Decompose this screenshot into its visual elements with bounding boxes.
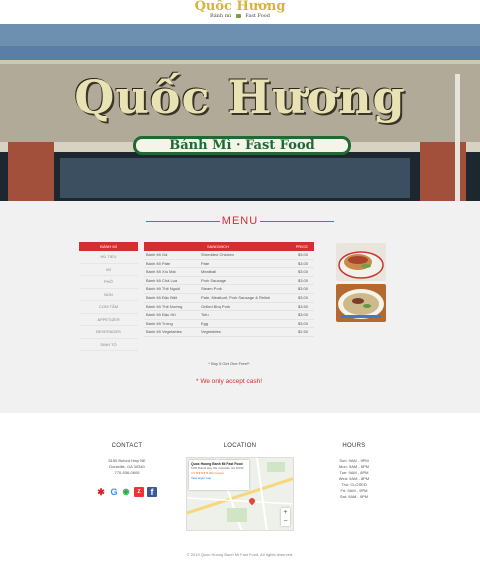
menu-table: SANDWICH PRICE Bánh Mì Gà Shredded Chicke… bbox=[144, 242, 314, 337]
item-price: $2.50 bbox=[297, 329, 308, 335]
menu-table-header: SANDWICH PRICE bbox=[144, 242, 314, 251]
item-name: Bánh Mì Đậu Hũ bbox=[146, 312, 176, 318]
cash-only-note: * We only accept cash! bbox=[196, 378, 262, 385]
copyright-text: © 2019 Quoc Huong Banh Mi Fast Food. All… bbox=[186, 552, 294, 557]
item-price: $3.00 bbox=[297, 260, 308, 266]
contact-heading: CONTACT bbox=[111, 443, 143, 449]
category-tab[interactable]: BEVERAGES bbox=[79, 326, 138, 339]
item-name: Bánh Mì Thịt Nguội bbox=[146, 286, 181, 292]
item-desc: Tofu bbox=[201, 312, 209, 318]
menu-title: MENU bbox=[221, 215, 259, 227]
header-sandwich: SANDWICH bbox=[207, 244, 229, 249]
tripadvisor-icon[interactable]: ◉ bbox=[121, 487, 131, 497]
google-map-embed[interactable]: Quoc Huong Banh Mi Fast Food 5150 Buford… bbox=[186, 457, 294, 531]
hours-heading: HOURS bbox=[342, 443, 366, 449]
menu-section: MENU BÁNH MÌ HỦ TIẾU MÌ PHỞ BÚN CƠM TẤM … bbox=[0, 201, 480, 413]
item-desc: Vegetables bbox=[201, 329, 221, 335]
item-desc: Shredded Chicken bbox=[201, 252, 234, 257]
map-reviews-link[interactable]: 400 reviews bbox=[209, 471, 224, 475]
location-heading: LOCATION bbox=[223, 443, 257, 449]
category-tab[interactable]: MÌ bbox=[79, 264, 138, 276]
item-desc: Steam Pork bbox=[201, 286, 222, 292]
category-tab[interactable]: APPETIZER bbox=[79, 314, 138, 326]
item-price: $3.00 bbox=[297, 269, 308, 275]
menu-row: Bánh Mì Đặc Biệt Pate, Meatloaf, Pork Sau… bbox=[144, 294, 314, 303]
category-tab[interactable]: SINH TỐ bbox=[79, 339, 138, 351]
heading-divider-left bbox=[146, 221, 220, 222]
item-name: Bánh Mì Đặc Biệt bbox=[146, 294, 178, 300]
logo-sub-left: Bánh mì bbox=[210, 13, 232, 19]
menu-row: Bánh Mì Gà Shredded Chicken $3.00 bbox=[144, 251, 314, 260]
facebook-icon[interactable]: f bbox=[147, 487, 157, 497]
contact-block: CONTACT 5150 Buford Hwy NE Doraville, GA… bbox=[99, 413, 155, 476]
menu-heading: MENU bbox=[0, 215, 480, 229]
map-place-address: 5150 Buford Hwy NE, Doraville, GA 30340 bbox=[191, 466, 244, 470]
item-desc: Pate, Meatloaf, Pork Sausage & Relish bbox=[201, 294, 271, 300]
site-logo[interactable]: Quốc Hương Bánh mì Fast Food bbox=[0, 0, 480, 24]
phone-number[interactable]: 770-936-0605 bbox=[99, 470, 155, 476]
item-price: $3.00 bbox=[297, 294, 308, 300]
logo-sub-right: Fast Food bbox=[245, 13, 270, 19]
item-price: $3.50 bbox=[297, 303, 308, 309]
menu-row: Bánh Mì Thịt Nướng Grilled Bbq Pork $3.50 bbox=[144, 303, 314, 312]
item-price: $3.00 bbox=[297, 312, 308, 318]
menu-category-list: BÁNH MÌ HỦ TIẾU MÌ PHỞ BÚN CƠM TẤM APPET… bbox=[79, 242, 138, 351]
menu-row: Bánh Mì Vegetables Vegetables $2.50 bbox=[144, 328, 314, 337]
item-price: $3.00 bbox=[297, 286, 308, 292]
item-name: Bánh Mì Chả Lụa bbox=[146, 277, 178, 283]
social-links: ✱ G ◉ Z f bbox=[96, 487, 160, 497]
header-price: PRICE bbox=[295, 244, 308, 249]
item-desc: Egg bbox=[201, 320, 209, 326]
menu-row: Bánh Mì Xíu Mại Meatball $3.00 bbox=[144, 268, 314, 277]
logo-title: Quốc Hương bbox=[194, 0, 286, 14]
map-rating: 4.5 ★★★★★ 400 reviews bbox=[191, 471, 247, 475]
hours-list: Sun: 9AM - 9PM Mon: 9AM - 8PM Tue: 9AM -… bbox=[320, 458, 388, 500]
item-price: $3.00 bbox=[297, 320, 308, 326]
zoom-out-button[interactable]: − bbox=[281, 517, 290, 526]
menu-row: Bánh Mì Chả Lụa Pork Sausage $3.00 bbox=[144, 277, 314, 286]
category-tab-banh-mi[interactable]: BÁNH MÌ bbox=[79, 242, 138, 251]
contact-address: 5150 Buford Hwy NE Doraville, GA 30340 7… bbox=[99, 458, 155, 476]
zoom-in-button[interactable]: + bbox=[281, 508, 290, 517]
zagat-icon[interactable]: Z bbox=[134, 487, 144, 497]
bowl-icon bbox=[235, 13, 241, 18]
storefront-sign-subtitle: Bánh Mì · Fast Food bbox=[133, 136, 351, 155]
hours-block: HOURS Sun: 9AM - 9PM Mon: 9AM - 8PM Tue:… bbox=[320, 413, 388, 500]
item-name: Bánh Mì Pate bbox=[146, 260, 171, 266]
menu-row: Bánh Mì Thịt Nguội Steam Pork $3.00 bbox=[144, 285, 314, 294]
item-desc: Pate bbox=[201, 260, 210, 266]
item-name: Bánh Mì Trứng bbox=[146, 320, 173, 326]
item-desc: Pork Sausage bbox=[201, 277, 227, 283]
item-name: Bánh Mì Thịt Nướng bbox=[146, 303, 183, 309]
item-name: Bánh Mì Gà bbox=[146, 252, 168, 257]
pho-bowl-photo bbox=[336, 284, 386, 322]
item-desc: Grilled Bbq Pork bbox=[201, 303, 231, 309]
heading-divider-right bbox=[260, 221, 334, 222]
sandwich-photo bbox=[336, 243, 386, 281]
menu-row: Bánh Mì Trứng Egg $3.00 bbox=[144, 320, 314, 329]
hours-row: Sat: 9AM - 9PM bbox=[339, 494, 369, 499]
yelp-icon[interactable]: ✱ bbox=[96, 487, 106, 497]
category-tab[interactable]: CƠM TẤM bbox=[79, 301, 138, 314]
view-larger-map-link[interactable]: View larger map bbox=[191, 476, 247, 480]
category-tab[interactable]: PHỞ bbox=[79, 276, 138, 289]
item-price: $3.00 bbox=[297, 252, 308, 257]
category-tab[interactable]: HỦ TIẾU bbox=[79, 251, 138, 264]
map-place-card: Quoc Huong Banh Mi Fast Food 5150 Buford… bbox=[189, 460, 249, 490]
item-price: $3.00 bbox=[297, 277, 308, 283]
google-icon[interactable]: G bbox=[109, 487, 119, 497]
menu-row: Bánh Mì Pate Pate $3.00 bbox=[144, 260, 314, 269]
promo-note: * Buy 5 Get One Free!* bbox=[208, 361, 250, 366]
map-zoom-control: + − bbox=[281, 508, 290, 526]
logo-subtitle: Bánh mì Fast Food bbox=[0, 13, 480, 20]
storefront-hero-image: Quốc Hương Bánh Mì · Fast Food bbox=[0, 24, 480, 201]
footer: CONTACT 5150 Buford Hwy NE Doraville, GA… bbox=[0, 413, 480, 570]
map-rating-stars: 4.5 ★★★★★ bbox=[191, 471, 209, 476]
item-name: Bánh Mì Vegetables bbox=[146, 329, 182, 335]
storefront-sign-title: Quốc Hương bbox=[74, 70, 406, 124]
menu-row: Bánh Mì Đậu Hũ Tofu $3.00 bbox=[144, 311, 314, 320]
category-tab[interactable]: BÚN bbox=[79, 289, 138, 301]
item-name: Bánh Mì Xíu Mại bbox=[146, 269, 176, 275]
item-desc: Meatball bbox=[201, 269, 217, 275]
